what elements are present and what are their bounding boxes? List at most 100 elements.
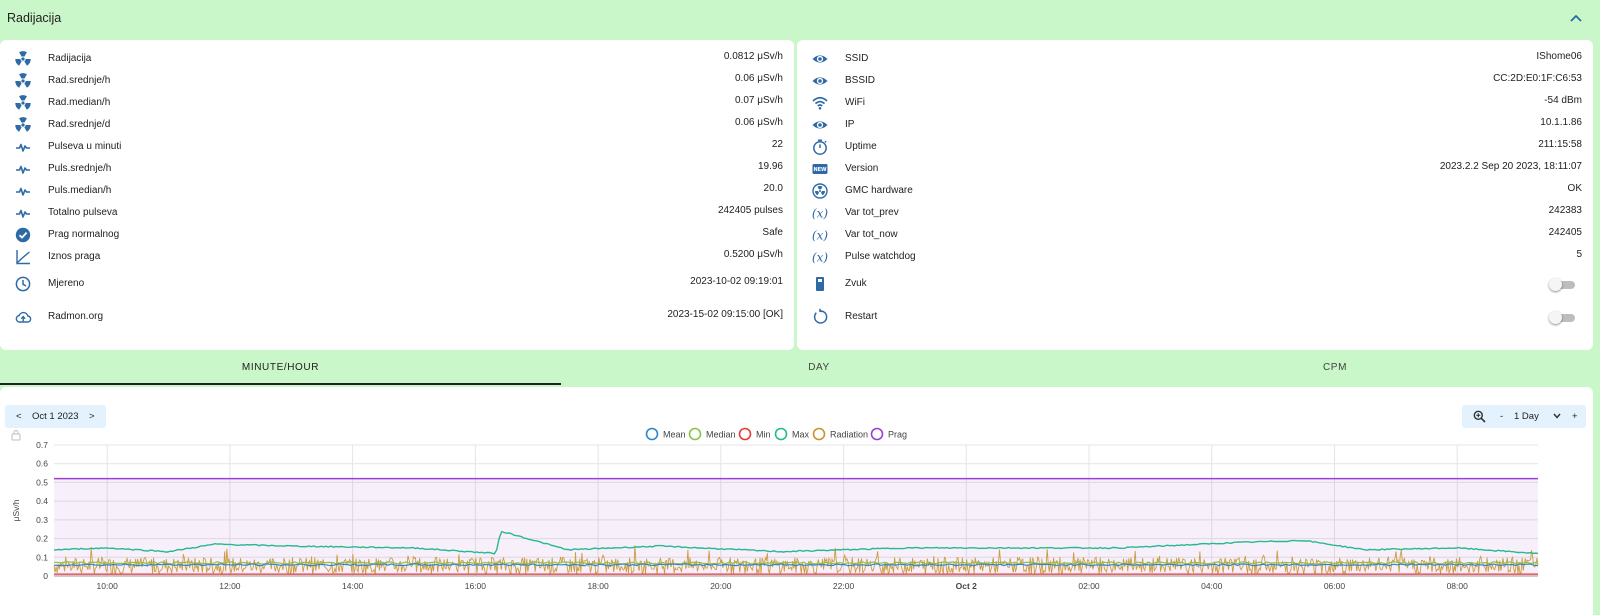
right-row: BSSID CC:2D:E0:1F:C6:53 <box>797 70 1593 92</box>
right-label: Zvuk <box>845 278 867 289</box>
switch-device-icon <box>816 277 824 291</box>
x-tick-label: 20:00 <box>710 581 732 591</box>
right-label: Var tot_prev <box>845 207 899 218</box>
prev-date-button[interactable]: < <box>16 411 22 422</box>
left-label: Rad.srednje/h <box>48 75 111 86</box>
svg-text:(x): (x) <box>812 207 828 221</box>
cloud-upload-icon <box>15 311 32 323</box>
right-value: 10.1.1.86 <box>1540 117 1582 128</box>
pulse-icon <box>16 187 30 196</box>
right-label: Restart <box>845 311 878 322</box>
tab-day[interactable]: DAY <box>561 350 1077 386</box>
svg-text:NEW: NEW <box>813 167 827 173</box>
right-value: 5 <box>1576 249 1582 260</box>
right-row: WiFi -54 dBm <box>797 92 1593 114</box>
legend-marker <box>870 427 884 441</box>
eye-icon <box>812 77 828 85</box>
radiation-icon <box>15 51 31 66</box>
left-row: Puls.median/h 20.0 <box>0 180 794 202</box>
left-value: 2023-15-02 09:15:00 [OK] <box>667 309 783 320</box>
left-label: Puls.median/h <box>48 185 112 196</box>
left-row: Iznos praga 0.5200 μSv/h <box>0 246 794 268</box>
tab-cpm[interactable]: CPM <box>1077 350 1593 386</box>
legend-label: Mean <box>663 430 686 440</box>
zoom-plus-button[interactable]: + <box>1572 411 1578 422</box>
restart-toggle[interactable] <box>1549 311 1575 324</box>
y-tick-label: 0.3 <box>36 515 48 525</box>
right-label: WiFi <box>845 97 865 108</box>
right-row: GMC hardware OK <box>797 180 1593 202</box>
x-tick-label: 14:00 <box>342 581 364 591</box>
y-tick-label: 0.7 <box>36 440 48 450</box>
next-date-button[interactable]: > <box>89 411 95 422</box>
chevron-down-icon[interactable] <box>1553 413 1561 419</box>
x-tick-label: 04:00 <box>1201 581 1223 591</box>
right-value: CC:2D:E0:1F:C6:53 <box>1493 73 1582 84</box>
zoom-in-icon[interactable] <box>1473 410 1486 423</box>
y-tick-label: 0.5 <box>36 477 48 487</box>
panel-header[interactable]: Radijacija <box>0 0 1600 36</box>
left-label: Rad.median/h <box>48 97 111 108</box>
wifi-icon <box>812 96 828 110</box>
left-value: 0.06 μSv/h <box>734 117 783 128</box>
left-row: Rad.median/h 0.07 μSv/h <box>0 92 794 114</box>
clock-icon <box>15 276 31 292</box>
right-value: 242405 <box>1548 227 1582 238</box>
left-label: Mjereno <box>48 278 85 289</box>
variable-icon: (x) <box>812 229 828 243</box>
svg-text:(x): (x) <box>812 229 828 243</box>
right-label: IP <box>845 119 855 130</box>
right-value: OK <box>1567 183 1582 194</box>
restart-icon <box>813 308 828 324</box>
left-row: Totalno pulseva 242405 pulses <box>0 202 794 224</box>
left-value: Safe <box>762 227 783 238</box>
right-label: Var tot_now <box>845 229 898 240</box>
legend-label: Min <box>756 430 771 440</box>
left-row: Radijacija 0.0812 μSv/h <box>0 48 794 70</box>
x-tick-label: 06:00 <box>1324 581 1346 591</box>
variable-icon: (x) <box>812 207 828 221</box>
zvuk-toggle[interactable] <box>1549 278 1575 291</box>
left-value: 2023-10-02 09:19:01 <box>690 276 783 287</box>
legend-label: Median <box>706 430 736 440</box>
panel-title: Radijacija <box>7 11 62 25</box>
new-badge-icon: NEW <box>812 164 828 174</box>
legend-marker <box>688 427 702 441</box>
tab-minute-hour[interactable]: MINUTE/HOUR <box>0 350 561 386</box>
right-row: SSID IShome06 <box>797 48 1593 70</box>
x-tick-label: 22:00 <box>833 581 855 591</box>
eye-icon <box>812 121 828 129</box>
left-value: 0.5200 μSv/h <box>723 249 783 260</box>
pulse-icon <box>16 143 30 152</box>
y-tick-label: 0.1 <box>36 552 48 562</box>
y-tick-label: 0.6 <box>36 459 48 469</box>
svg-text:(x): (x) <box>812 251 828 265</box>
system-card: SSID IShome06 BSSID CC:2D:E0:1F:C6:53 WiFi -5… <box>797 40 1593 350</box>
x-tick-label: 18:00 <box>587 581 609 591</box>
y-tick-label: 0 <box>43 571 48 581</box>
right-label: BSSID <box>845 75 876 86</box>
left-row: Rad.srednje/h 0.06 μSv/h <box>0 70 794 92</box>
chart-tabs: MINUTE/HOUR DAY CPM <box>0 350 1600 386</box>
left-value: 22 <box>771 139 783 150</box>
right-value: -54 dBm <box>1544 95 1582 106</box>
chevron-up-icon[interactable] <box>1566 9 1586 29</box>
right-row: IP 10.1.1.86 <box>797 114 1593 136</box>
left-value: 0.0812 μSv/h <box>723 51 783 62</box>
right-row: Uptime 211:15:58 <box>797 136 1593 158</box>
left-row: Mjereno 2023-10-02 09:19:01 <box>0 273 794 295</box>
y-tick-label: 0.4 <box>36 496 48 506</box>
current-date: Oct 1 2023 <box>32 411 79 422</box>
legend-marker <box>645 427 659 441</box>
left-value: 19.96 <box>757 161 783 172</box>
x-tick-label: Oct 2 <box>956 581 978 591</box>
zoom-minus-button[interactable]: - <box>1500 411 1503 422</box>
legend-marker <box>774 427 788 441</box>
x-tick-label: 16:00 <box>465 581 487 591</box>
legend-label: Max <box>792 430 810 440</box>
timer-icon <box>813 139 827 155</box>
zoom-range-select[interactable]: 1 Day <box>1514 411 1539 422</box>
right-row: Zvuk <box>797 273 1593 295</box>
eye-icon <box>812 55 828 63</box>
x-tick-label: 02:00 <box>1078 581 1100 591</box>
